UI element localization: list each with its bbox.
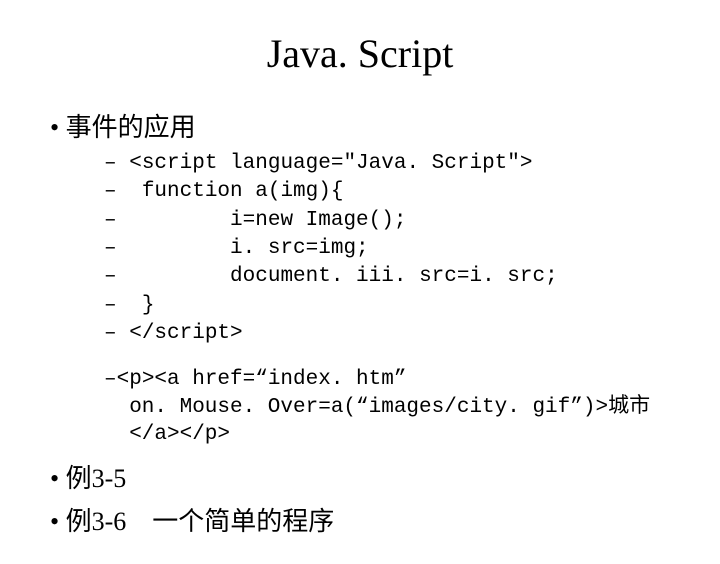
bullet-events-text: 事件的应用	[66, 113, 196, 142]
code-line-6: }	[104, 292, 680, 320]
bullet-example-3-6: 例3-6 一个简单的程序	[50, 501, 680, 538]
bullet-events: 事件的应用 <script language="Java. Script"> f…	[50, 107, 680, 448]
snippet-block: <p><a href=“index. htm” on. Mouse. Over=…	[50, 366, 680, 448]
code-line-4: i. src=img;	[104, 235, 680, 263]
code-line-7: </script>	[104, 320, 680, 348]
bullet-example-3-6-text: 例3-6	[66, 507, 127, 536]
slide-title: Java. Script	[40, 30, 680, 77]
code-block: <script language="Java. Script"> functio…	[50, 150, 680, 348]
bullet-example-3-5-text: 例3-5	[66, 464, 127, 493]
bullet-example-3-6-desc: 一个简单的程序	[152, 507, 334, 536]
bullet-example-3-5: 例3-5	[50, 458, 680, 495]
code-line-1: <script language="Java. Script">	[104, 150, 680, 178]
code-line-5: document. iii. src=i. src;	[104, 263, 680, 291]
slide: Java. Script 事件的应用 <script language="Jav…	[0, 0, 720, 564]
bullet-list: 事件的应用 <script language="Java. Script"> f…	[40, 107, 680, 538]
snippet-line-2: on. Mouse. Over=a(“images/city. gif”)>城市…	[104, 394, 680, 449]
code-line-3: i=new Image();	[104, 207, 680, 235]
code-line-2: function a(img){	[104, 178, 680, 206]
snippet-line: <p><a href=“index. htm” on. Mouse. Over=…	[104, 366, 680, 448]
snippet-line-1: <p><a href=“index. htm”	[117, 368, 407, 391]
